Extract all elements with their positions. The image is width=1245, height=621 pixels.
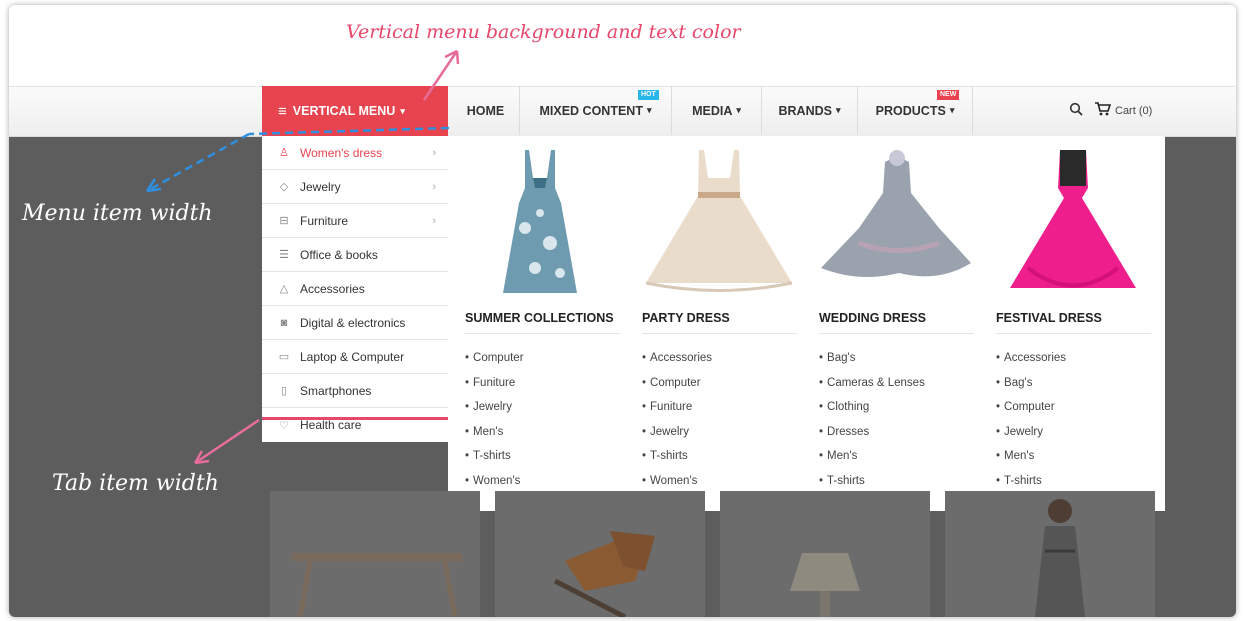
arrowhead-icon <box>145 178 162 193</box>
menu-width-arrow <box>146 132 250 193</box>
title-arrow <box>422 50 459 101</box>
tab-width-arrow <box>194 418 260 465</box>
annotation-arrows <box>145 49 460 465</box>
menu-width-dashed-line <box>248 126 450 136</box>
screenshot-frame: Vertical menu background and text color … <box>9 5 1236 617</box>
